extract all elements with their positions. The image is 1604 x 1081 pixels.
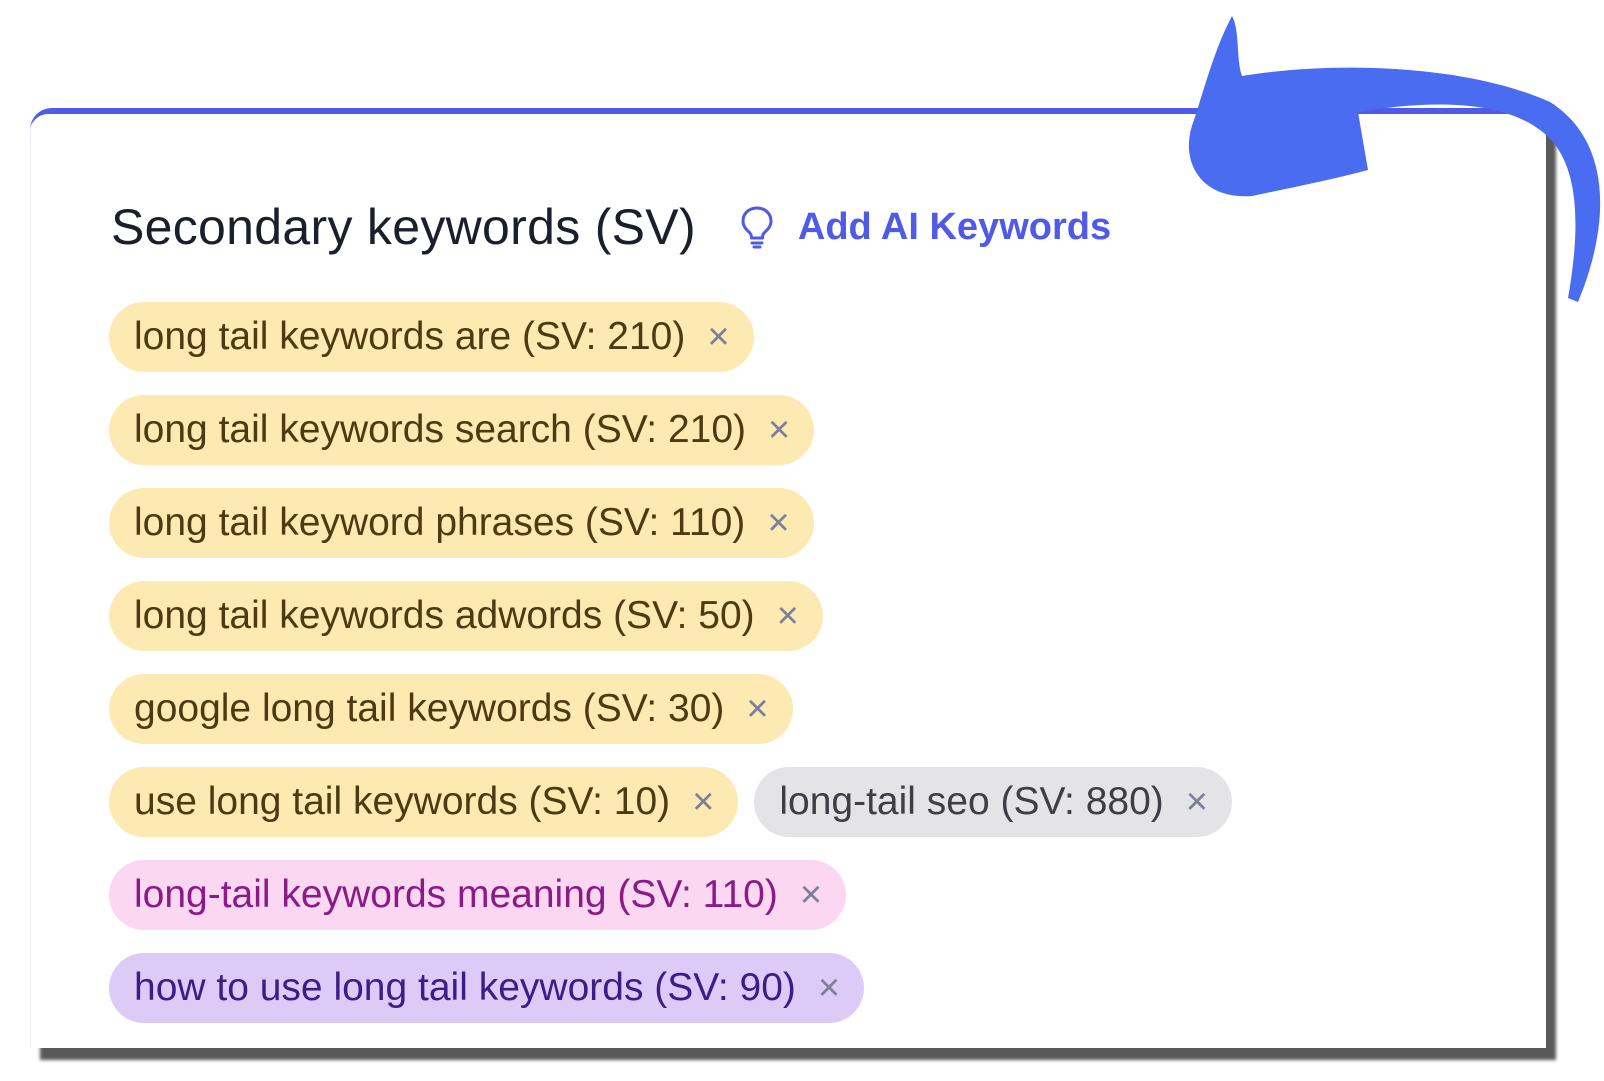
keyword-chip-label: use long tail keywords (SV: 10) bbox=[134, 780, 671, 823]
remove-chip-icon[interactable]: × bbox=[746, 690, 768, 728]
remove-chip-icon[interactable]: × bbox=[800, 876, 822, 914]
screenshot-canvas: Secondary keywords (SV) Add AI Keywords … bbox=[0, 0, 1604, 1081]
remove-chip-icon[interactable]: × bbox=[1186, 783, 1208, 821]
keyword-chip-list: long tail keywords are (SV: 210) × long … bbox=[109, 302, 1232, 1046]
chip-row: long tail keywords adwords (SV: 50) × bbox=[109, 581, 1232, 651]
keyword-chip-label: how to use long tail keywords (SV: 90) bbox=[134, 966, 796, 1009]
keyword-chip: how to use long tail keywords (SV: 90) × bbox=[109, 953, 865, 1023]
keyword-chip-label: long tail keywords are (SV: 210) bbox=[134, 315, 686, 358]
keyword-chip: long tail keywords are (SV: 210) × bbox=[109, 302, 754, 372]
keyword-chip-label: long tail keywords adwords (SV: 50) bbox=[134, 594, 755, 637]
remove-chip-icon[interactable]: × bbox=[818, 969, 840, 1007]
keyword-chip: use long tail keywords (SV: 10) × bbox=[109, 767, 739, 837]
keyword-chip: long-tail keywords meaning (SV: 110) × bbox=[109, 860, 847, 930]
keyword-chip-label: long-tail seo (SV: 880) bbox=[779, 780, 1164, 823]
remove-chip-icon[interactable]: × bbox=[767, 504, 789, 542]
add-ai-keywords-button[interactable]: Add AI Keywords bbox=[740, 205, 1111, 249]
keyword-chip: long tail keywords adwords (SV: 50) × bbox=[109, 581, 823, 651]
keyword-chip-label: long tail keywords search (SV: 210) bbox=[134, 408, 747, 451]
keyword-chip-label: long tail keyword phrases (SV: 110) bbox=[134, 501, 746, 544]
keyword-chip-label: long-tail keywords meaning (SV: 110) bbox=[134, 873, 778, 916]
keyword-chip: long tail keywords search (SV: 210) × bbox=[109, 395, 815, 465]
curved-arrow-icon bbox=[1188, 16, 1601, 302]
add-ai-keywords-label: Add AI Keywords bbox=[797, 205, 1112, 248]
chip-row: long tail keyword phrases (SV: 110) × bbox=[109, 488, 1232, 558]
remove-chip-icon[interactable]: × bbox=[777, 597, 799, 635]
chip-row: long tail keywords search (SV: 210) × bbox=[109, 395, 1232, 465]
keyword-chip: long-tail seo (SV: 880) × bbox=[754, 767, 1232, 837]
keyword-chip: google long tail keywords (SV: 30) × bbox=[109, 674, 793, 744]
keyword-chip: long tail keyword phrases (SV: 110) × bbox=[109, 488, 814, 558]
remove-chip-icon[interactable]: × bbox=[692, 783, 714, 821]
remove-chip-icon[interactable]: × bbox=[768, 411, 790, 449]
chip-row: long tail keywords are (SV: 210) × bbox=[109, 302, 1232, 372]
panel-title: Secondary keywords (SV) bbox=[111, 199, 696, 255]
chip-row: how to use long tail keywords (SV: 90) × bbox=[109, 953, 1232, 1023]
lightbulb-icon bbox=[741, 206, 773, 249]
chip-row: long-tail keywords meaning (SV: 110) × bbox=[109, 860, 1232, 930]
chip-row: google long tail keywords (SV: 30) × bbox=[109, 674, 1232, 744]
panel-header: Secondary keywords (SV) Add AI Keywords bbox=[111, 198, 1111, 256]
keyword-chip-label: google long tail keywords (SV: 30) bbox=[134, 687, 725, 730]
remove-chip-icon[interactable]: × bbox=[707, 318, 729, 356]
chip-row: use long tail keywords (SV: 10) × long-t… bbox=[109, 767, 1232, 837]
